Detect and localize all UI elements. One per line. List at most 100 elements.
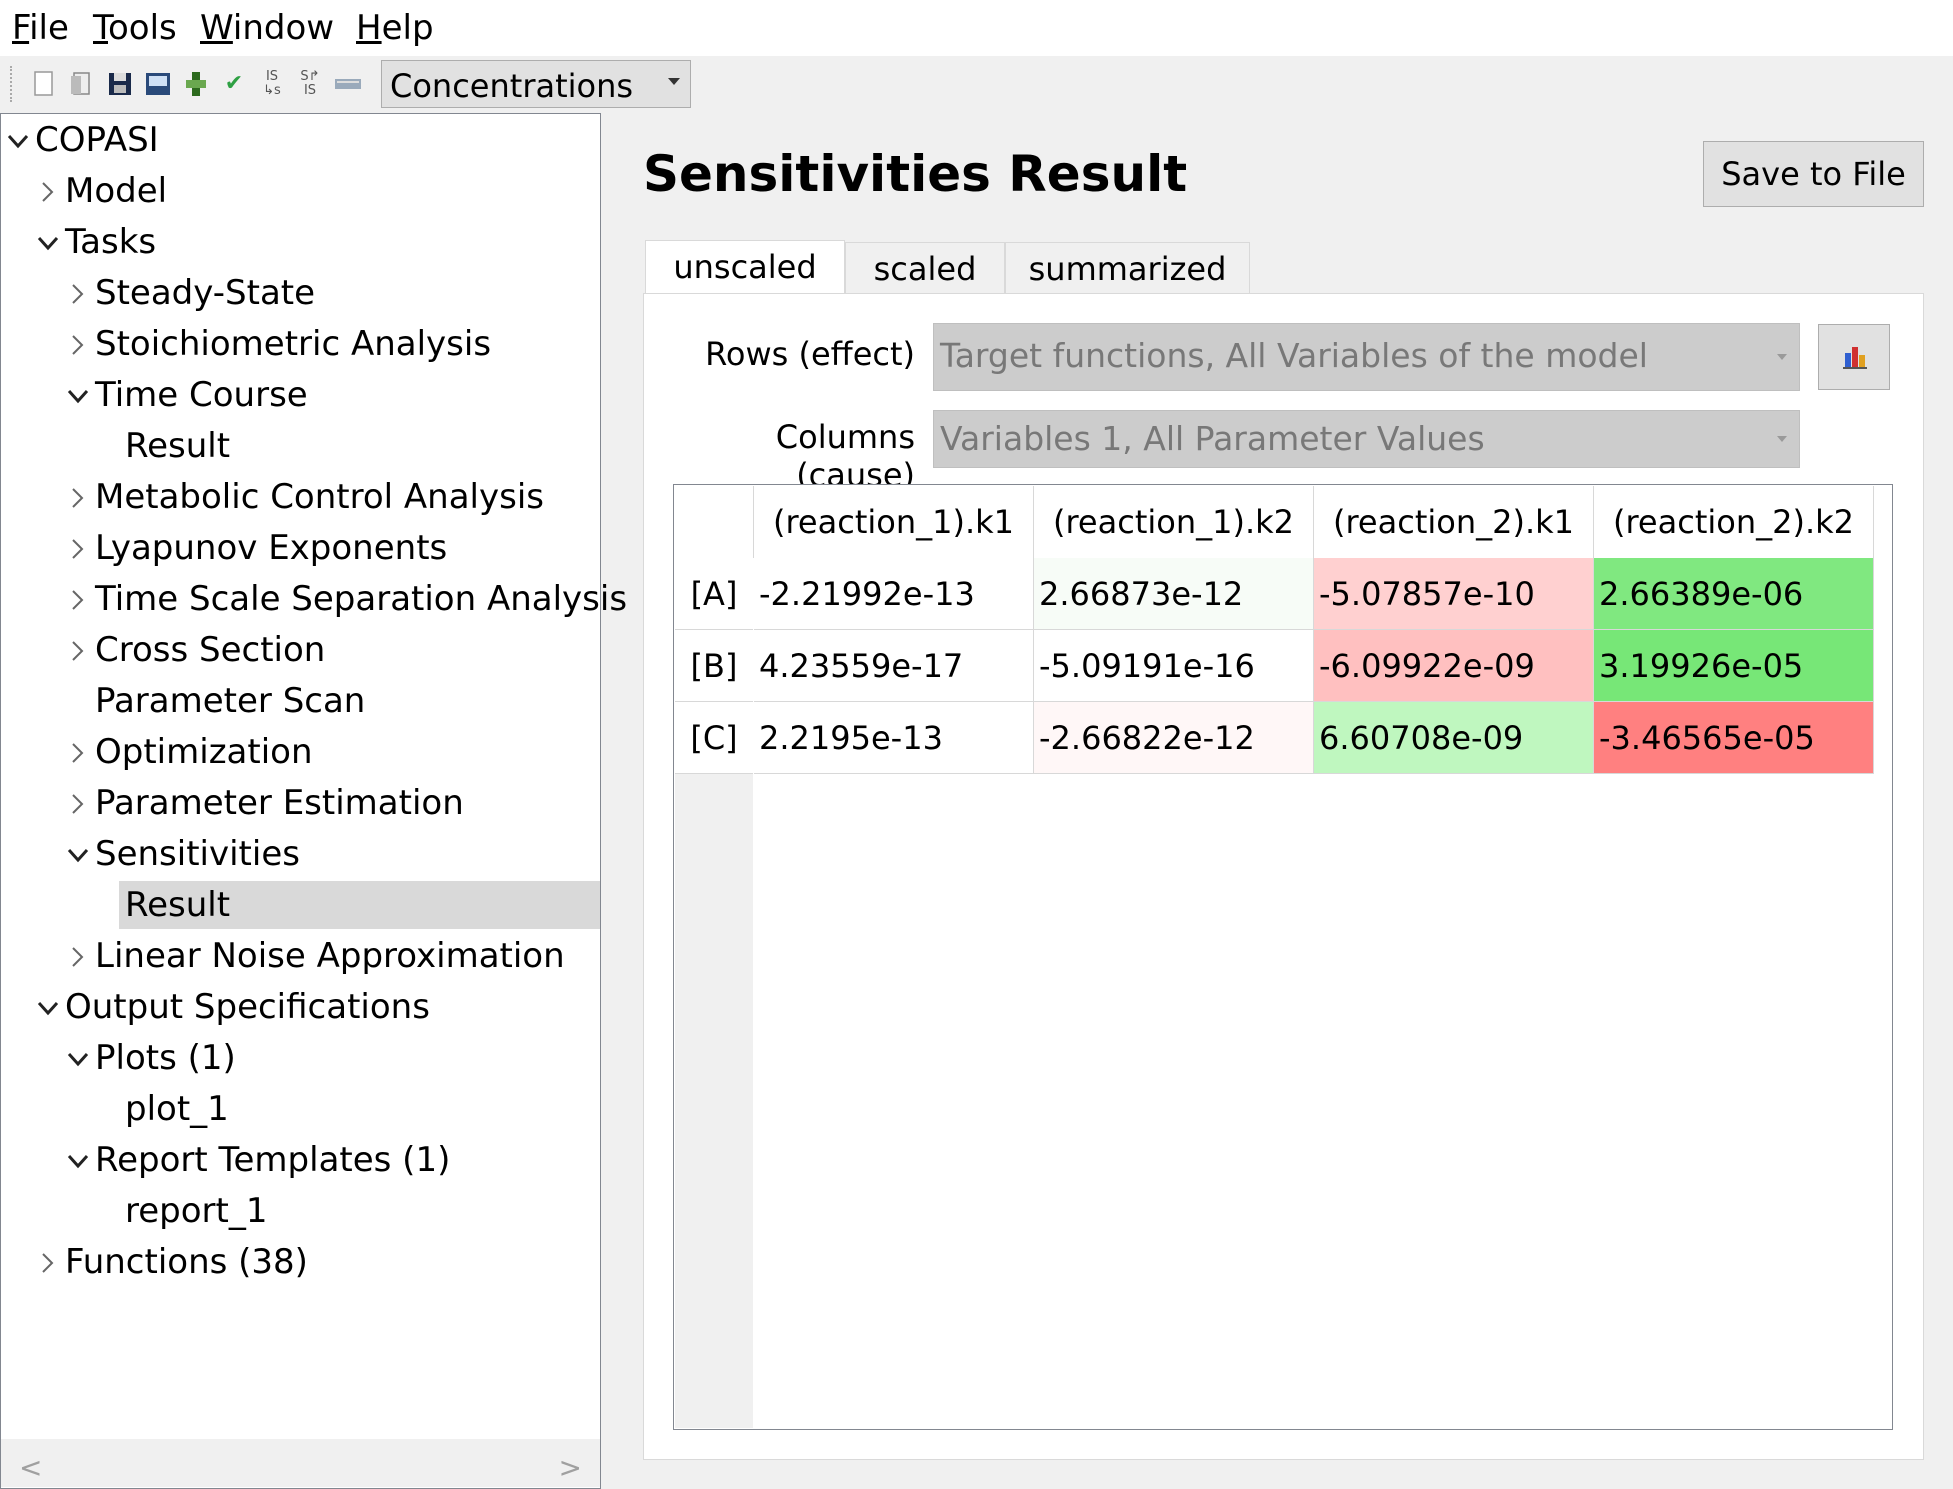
- tree-item-label: Cross Section: [95, 630, 326, 670]
- tree-item-output-specifications[interactable]: Output Specifications: [1, 983, 599, 1031]
- chevron-down-icon[interactable]: [65, 830, 95, 878]
- quantity-unit-combo[interactable]: Concentrations: [381, 60, 691, 108]
- table-cell[interactable]: -5.09191e-16: [1034, 630, 1314, 702]
- tree-item-steady-state[interactable]: Steady-State: [1, 269, 599, 317]
- scroll-right-icon[interactable]: >: [559, 1451, 582, 1484]
- bar-chart-button[interactable]: [1818, 324, 1890, 390]
- tree-item-metabolic-control-analysis[interactable]: Metabolic Control Analysis: [1, 473, 599, 521]
- column-header[interactable]: (reaction_1).k1: [754, 486, 1034, 558]
- open-icon[interactable]: [68, 70, 96, 98]
- tree-item-cross-section[interactable]: Cross Section: [1, 626, 599, 674]
- chevron-right-icon[interactable]: [65, 932, 95, 980]
- save-icon[interactable]: [106, 70, 134, 98]
- row-header[interactable]: [B]: [675, 630, 753, 702]
- tree-item-label: Functions (38): [65, 1242, 308, 1282]
- row-header[interactable]: [C]: [675, 702, 753, 774]
- table-cell[interactable]: 2.66873e-12: [1034, 558, 1314, 630]
- tree-item-result[interactable]: Result: [119, 881, 600, 929]
- tree-item-model[interactable]: Model: [1, 167, 599, 215]
- tree-item-label: Optimization: [95, 732, 313, 772]
- sensitivities-table[interactable]: (reaction_1).k1 (reaction_1).k2 (reaction_…: [673, 484, 1893, 1430]
- tree-item-label: Report Templates (1): [95, 1140, 451, 1180]
- chevron-down-icon: [1777, 354, 1787, 360]
- tree-item-parameter-scan[interactable]: Parameter Scan: [1, 677, 599, 725]
- tree-item-plot-1[interactable]: plot_1: [1, 1085, 599, 1133]
- chevron-right-icon[interactable]: [65, 728, 95, 776]
- menu-tools[interactable]: Tools: [93, 8, 177, 48]
- chevron-right-icon[interactable]: [35, 1238, 65, 1286]
- tree-item-optimization[interactable]: Optimization: [1, 728, 599, 776]
- menu-file[interactable]: File: [12, 8, 69, 48]
- tree-item-time-scale-separation-analysis[interactable]: Time Scale Separation Analysis: [1, 575, 627, 623]
- tree-item-plots-1[interactable]: Plots (1): [1, 1034, 599, 1082]
- tree-item-tasks[interactable]: Tasks: [1, 218, 599, 266]
- table-cell[interactable]: -2.21992e-13: [754, 558, 1034, 630]
- save-as-icon[interactable]: [144, 70, 172, 98]
- table-cell[interactable]: 3.19926e-05: [1594, 630, 1874, 702]
- chevron-down-icon[interactable]: [35, 983, 65, 1031]
- tree-item-lyapunov-exponents[interactable]: Lyapunov Exponents: [1, 524, 599, 572]
- table-cell[interactable]: -5.07857e-10: [1314, 558, 1594, 630]
- chevron-right-icon[interactable]: [35, 167, 65, 215]
- chevron-right-icon[interactable]: [65, 473, 95, 521]
- chevron-down-icon: [668, 78, 680, 85]
- new-icon[interactable]: [30, 70, 58, 98]
- tree-item-result[interactable]: Result: [1, 422, 599, 470]
- tree-item-label: Time Scale Separation Analysis: [95, 579, 628, 619]
- scroll-left-icon[interactable]: <: [19, 1451, 42, 1484]
- tab-scaled[interactable]: scaled: [845, 242, 1005, 294]
- chevron-down-icon[interactable]: [5, 116, 35, 164]
- tree-item-label: Metabolic Control Analysis: [95, 477, 544, 517]
- row-header[interactable]: [A]: [675, 558, 753, 630]
- columns-label: Columns (cause): [775, 418, 915, 494]
- table-cell[interactable]: -2.66822e-12: [1034, 702, 1314, 774]
- tree-item-report-1[interactable]: report_1: [1, 1187, 599, 1235]
- column-header[interactable]: (reaction_2).k2: [1594, 486, 1874, 558]
- table-cell[interactable]: 2.66389e-06: [1594, 558, 1874, 630]
- save-to-file-button[interactable]: Save to File: [1703, 141, 1924, 207]
- object-browser-tree[interactable]: COPASI Model Tasks Steady-State Stoichiometr…: [0, 113, 627, 1489]
- chevron-down-icon[interactable]: [65, 371, 95, 419]
- chevron-down-icon[interactable]: [35, 218, 65, 266]
- table-cell[interactable]: -6.09922e-09: [1314, 630, 1594, 702]
- chevron-right-icon[interactable]: [65, 575, 95, 623]
- check-icon[interactable]: ✔: [220, 70, 248, 98]
- chevron-right-icon[interactable]: [65, 269, 95, 317]
- tab-unscaled[interactable]: unscaled: [645, 240, 845, 296]
- tree-item-sensitivities[interactable]: Sensitivities: [1, 830, 599, 878]
- tree-item-stoichiometric-analysis[interactable]: Stoichiometric Analysis: [1, 320, 599, 368]
- table-corner: [675, 486, 754, 558]
- export-sbml-icon[interactable]: S↱ IS: [296, 70, 324, 98]
- tree-item-report-templates-1[interactable]: Report Templates (1): [1, 1136, 599, 1184]
- table-cell[interactable]: -3.46565e-05: [1594, 702, 1874, 774]
- tree-item-label: Plots (1): [95, 1038, 236, 1078]
- import-sbml-icon[interactable]: IS ↳s: [258, 70, 286, 98]
- chevron-down-icon[interactable]: [65, 1136, 95, 1184]
- tab-summarized[interactable]: summarized: [1005, 242, 1250, 294]
- chevron-right-icon[interactable]: [65, 779, 95, 827]
- tree-horizontal-scrollbar[interactable]: < >: [1, 1439, 600, 1487]
- tree-item-functions-38[interactable]: Functions (38): [1, 1238, 599, 1286]
- tree-item-label: COPASI: [35, 120, 159, 160]
- column-header[interactable]: (reaction_1).k2: [1034, 486, 1314, 558]
- table-cell[interactable]: 6.60708e-09: [1314, 702, 1594, 774]
- chevron-right-icon[interactable]: [65, 626, 95, 674]
- tree-item-time-course[interactable]: Time Course: [1, 371, 599, 419]
- slider-icon[interactable]: [334, 70, 362, 98]
- menu-window[interactable]: Window: [200, 8, 334, 48]
- tree-item-copasi[interactable]: COPASI: [1, 116, 599, 164]
- bar-chart-icon: [1843, 347, 1867, 369]
- tree-item-linear-noise-approximation[interactable]: Linear Noise Approximation: [1, 932, 599, 980]
- table-cell[interactable]: 4.23559e-17: [754, 630, 1034, 702]
- tree-item-label: Model: [65, 171, 168, 211]
- chevron-right-icon[interactable]: [65, 524, 95, 572]
- chevron-right-icon[interactable]: [65, 320, 95, 368]
- tree-item-parameter-estimation[interactable]: Parameter Estimation: [1, 779, 599, 827]
- chevron-down-icon[interactable]: [65, 1034, 95, 1082]
- table-cell[interactable]: 2.2195e-13: [754, 702, 1034, 774]
- menu-help[interactable]: Help: [356, 8, 434, 48]
- tree-item-label: Parameter Scan: [95, 681, 366, 721]
- toolbar-grip[interactable]: [10, 66, 16, 102]
- cell-icon[interactable]: [182, 70, 210, 98]
- column-header[interactable]: (reaction_2).k1: [1314, 486, 1594, 558]
